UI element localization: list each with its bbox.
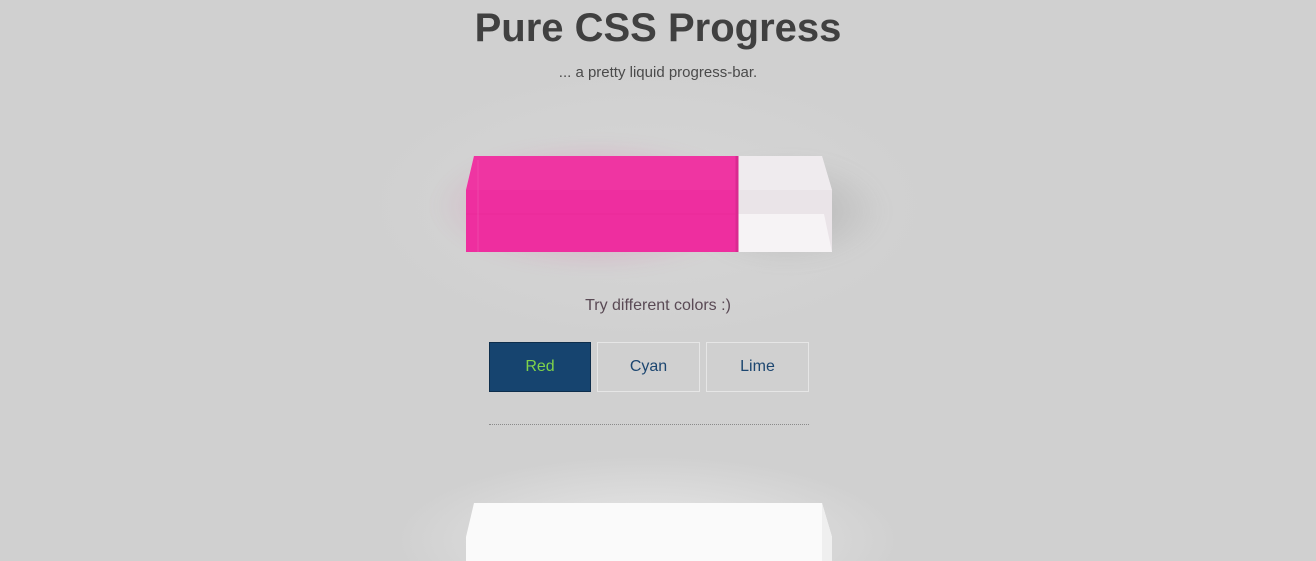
- progress-glass-inner: [737, 214, 832, 252]
- progress-bar: [426, 136, 886, 276]
- color-button-group: Red Cyan Lime: [489, 342, 809, 392]
- page-subtitle: ... a pretty liquid progress-bar.: [558, 64, 758, 81]
- page: Pure CSS Progress ... a pretty liquid pr…: [0, 0, 1316, 561]
- second-progress-side: [822, 503, 832, 561]
- second-progress-glass: [466, 503, 832, 561]
- progress-fill-top: [466, 156, 737, 190]
- second-progress-bar: [466, 503, 832, 561]
- cyan-button[interactable]: Cyan: [597, 342, 700, 392]
- color-prompt: Try different colors :): [585, 297, 731, 314]
- lime-button[interactable]: Lime: [706, 342, 809, 392]
- second-progress-graphic: [466, 503, 832, 561]
- page-title: Pure CSS Progress: [474, 6, 842, 50]
- progress-bar-graphic: [466, 156, 832, 252]
- red-button[interactable]: Red: [489, 342, 591, 392]
- divider: [489, 424, 809, 425]
